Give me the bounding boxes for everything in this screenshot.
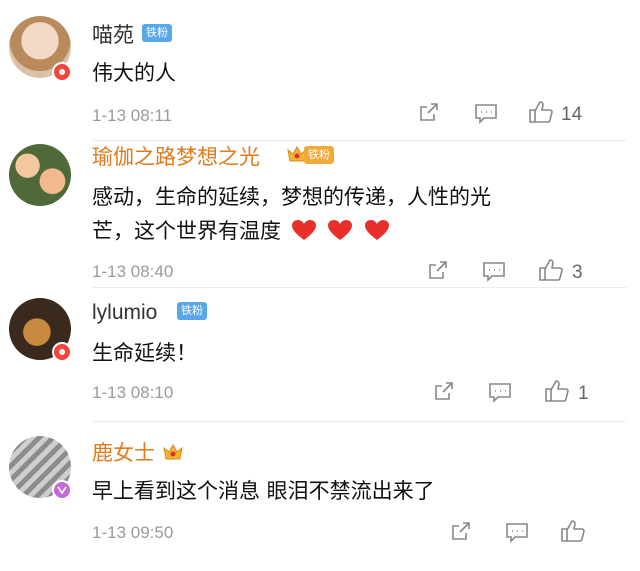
comment-icon[interactable] bbox=[474, 102, 498, 128]
share-icon[interactable] bbox=[433, 380, 455, 406]
fan-badge: 铁粉 bbox=[304, 146, 334, 164]
timestamp: 1-13 08:40 bbox=[92, 262, 174, 281]
like-icon[interactable] bbox=[544, 379, 570, 407]
like-icon[interactable] bbox=[560, 519, 586, 547]
username[interactable]: 鹿女士 bbox=[92, 440, 155, 466]
comment-1: 喵苑 铁粉 伟大的人 1-13 08:11 14 bbox=[0, 0, 640, 140]
comment-text: 伟大的人 bbox=[92, 61, 176, 85]
share-icon[interactable] bbox=[427, 259, 449, 285]
share-icon[interactable] bbox=[450, 520, 472, 546]
fan-badge: 铁粉 bbox=[142, 24, 172, 42]
like-count: 1 bbox=[578, 383, 589, 404]
comment-text-line-2: 芒，这个世界有温度 bbox=[92, 214, 532, 248]
comment-icon[interactable] bbox=[505, 521, 529, 547]
crown-icon bbox=[162, 442, 184, 466]
username[interactable]: lylumio bbox=[92, 300, 157, 326]
verified-badge-icon bbox=[52, 342, 72, 362]
like-count: 3 bbox=[572, 262, 583, 283]
comment-text-line-1: 感动，生命的延续，梦想的传递，人性的光 bbox=[92, 185, 491, 209]
comment-icon[interactable] bbox=[488, 381, 512, 407]
comment-text: 早上看到这个消息 眼泪不禁流出来了 bbox=[92, 479, 435, 503]
like-icon[interactable] bbox=[528, 100, 554, 128]
fan-badge: 铁粉 bbox=[177, 302, 207, 320]
comment-3: lylumio 铁粉 生命延续！ 1-13 08:10 1 bbox=[0, 288, 640, 424]
comment-icon[interactable] bbox=[482, 260, 506, 286]
like-count: 14 bbox=[561, 104, 583, 125]
like-icon[interactable] bbox=[538, 258, 564, 286]
timestamp: 1-13 08:11 bbox=[92, 106, 173, 125]
verified-badge-icon bbox=[52, 62, 72, 82]
member-badge-icon bbox=[52, 480, 72, 500]
heart-icon bbox=[291, 220, 316, 240]
timestamp: 1-13 09:50 bbox=[92, 523, 174, 542]
timestamp: 1-13 08:10 bbox=[92, 383, 174, 402]
heart-icon bbox=[365, 220, 390, 240]
comment-text: 生命延续！ bbox=[92, 341, 197, 365]
share-icon[interactable] bbox=[418, 101, 440, 127]
username[interactable]: 喵苑 bbox=[92, 22, 134, 48]
comment-2: 瑜伽之路梦想之光 铁粉 感动，生命的延续，梦想的传递，人性的光 芒，这个世界有温… bbox=[0, 140, 640, 298]
comment-text-line-2-text: 芒，这个世界有温度 bbox=[92, 219, 281, 243]
username[interactable]: 瑜伽之路梦想之光 bbox=[92, 144, 260, 170]
comment-4: 鹿女士 早上看到这个消息 眼泪不禁流出来了 1-13 09:50 bbox=[0, 422, 640, 571]
heart-icon bbox=[328, 220, 353, 240]
avatar[interactable] bbox=[9, 144, 71, 206]
